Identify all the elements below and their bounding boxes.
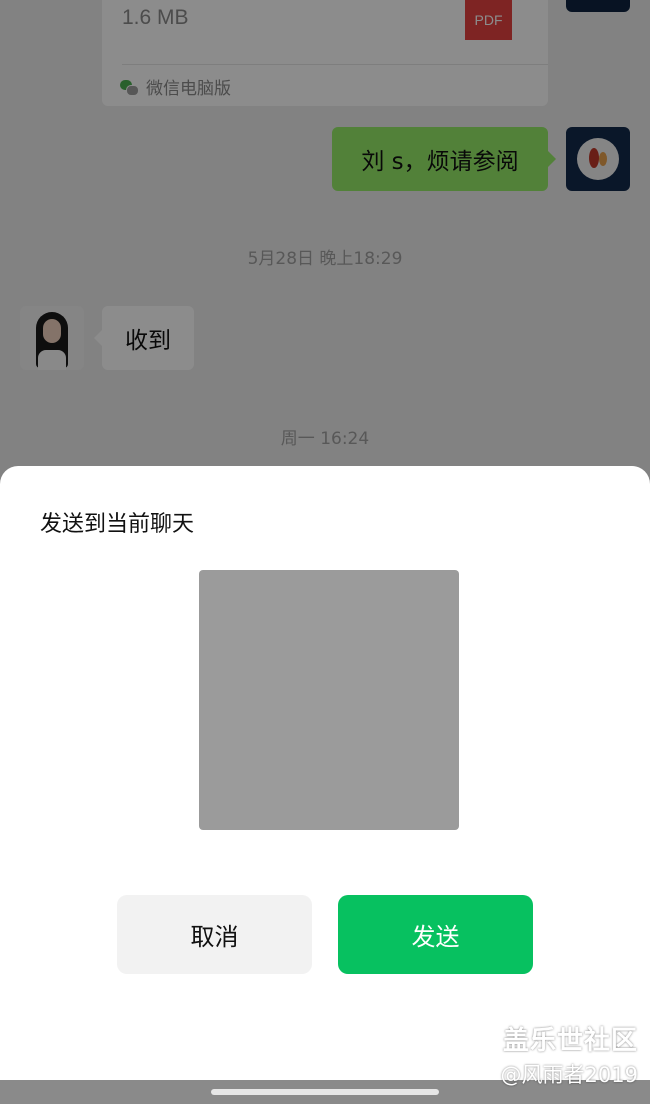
- send-sheet: 发送到当前聊天 取消 发送: [0, 466, 650, 1080]
- watermark-line-2: @风雨者2019: [500, 1063, 638, 1087]
- sheet-title: 发送到当前聊天: [40, 512, 195, 537]
- cancel-button[interactable]: 取消: [117, 895, 312, 974]
- home-indicator[interactable]: [211, 1089, 439, 1095]
- watermark-line-1: 盖乐世社区: [502, 1026, 638, 1056]
- watermark: 盖乐世社区 @风雨者2019: [501, 1020, 638, 1089]
- image-preview: [199, 570, 459, 830]
- send-button[interactable]: 发送: [338, 895, 533, 974]
